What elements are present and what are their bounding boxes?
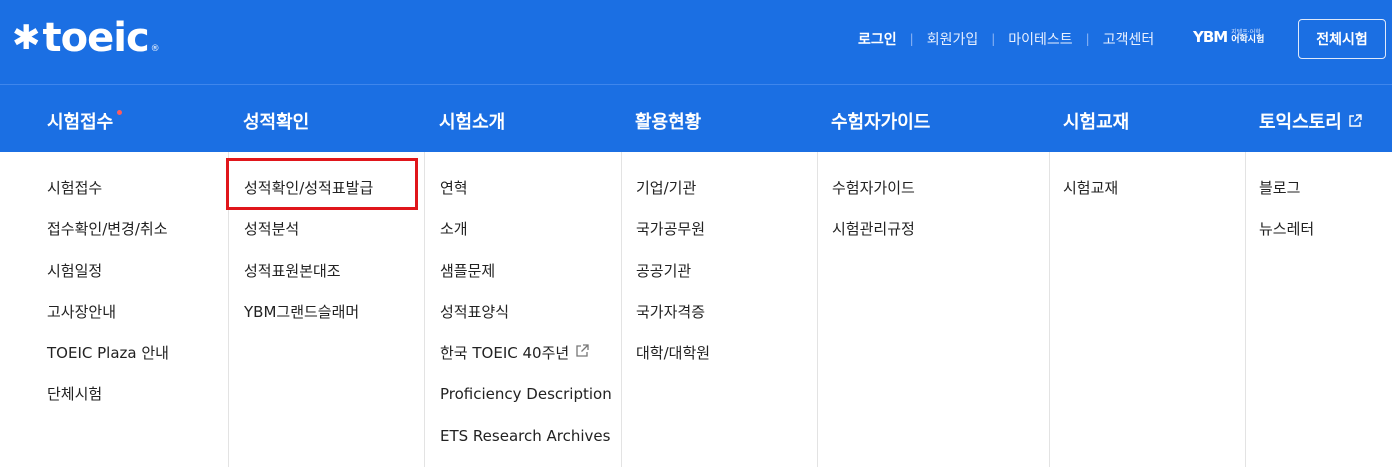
submenu-item[interactable]: 기업/기관 <box>636 178 817 219</box>
nav-item-toeic-story[interactable]: 토익스토리 <box>1259 108 1362 134</box>
nav-item-score-check[interactable]: 성적확인 <box>243 108 309 134</box>
nav-item-label: 토익스토리 <box>1259 112 1342 133</box>
ybm-language-test-logo[interactable]: YBM 지텔프·어학 어학시험 <box>1193 28 1264 46</box>
submenu-item[interactable]: 단체시험 <box>47 384 228 425</box>
submenu-item[interactable]: ETS Research Archives <box>440 426 621 467</box>
mytest-link[interactable]: 마이테스트 <box>1008 29 1072 49</box>
separator: | <box>991 32 996 46</box>
submenu-item[interactable]: 성적분석 <box>244 219 424 260</box>
submenu-column-usage: 기업/기관 국가공무원 공공기관 국가자격증 대학/대학원 <box>622 152 818 467</box>
submenu-item[interactable]: YBM그랜드슬래머 <box>244 302 424 343</box>
nav-item-registration[interactable]: 시험접수 <box>47 108 123 134</box>
logo-registered-mark: ® <box>150 44 160 54</box>
submenu-item[interactable]: Proficiency Description <box>440 384 621 425</box>
nav-item-examinee-guide[interactable]: 수험자가이드 <box>831 108 930 134</box>
separator: | <box>1085 32 1090 46</box>
utility-links: 로그인 | 회원가입 | 마이테스트 | 고객센터 <box>858 29 1154 49</box>
nav-item-usage-status[interactable]: 활용현황 <box>635 108 701 134</box>
nav-item-label: 시험교재 <box>1063 112 1130 133</box>
nav-item-exam-intro[interactable]: 시험소개 <box>439 108 505 134</box>
notice-dot-icon <box>117 109 123 115</box>
submenu-item[interactable]: 성적표양식 <box>440 302 621 343</box>
all-exams-button[interactable]: 전체시험 <box>1298 19 1386 59</box>
external-link-icon <box>576 344 589 357</box>
submenu-column-score: 성적확인/성적표발급 성적분석 성적표원본대조 YBM그랜드슬래머 <box>229 152 425 467</box>
asterisk-logo-icon: ✱ <box>12 18 41 58</box>
submenu-item[interactable]: 샘플문제 <box>440 261 621 302</box>
submenu-item[interactable]: 공공기관 <box>636 261 817 302</box>
top-header: ✱ toeic ® 로그인 | 회원가입 | 마이테스트 | 고객센터 YBM … <box>0 0 1392 84</box>
submenu-item[interactable]: 연혁 <box>440 178 621 219</box>
mega-menu: 시험접수 접수확인/변경/취소 시험일정 고사장안내 TOEIC Plaza 안… <box>0 152 1392 467</box>
submenu-item[interactable]: 성적표원본대조 <box>244 261 424 302</box>
nav-item-label: 성적확인 <box>243 112 310 133</box>
external-link-icon <box>1349 114 1362 127</box>
submenu-column-guide: 수험자가이드 시험관리규정 <box>818 152 1050 467</box>
toeic-logo[interactable]: ✱ toeic ® <box>12 18 160 58</box>
submenu-item-score-report[interactable]: 성적확인/성적표발급 <box>244 178 424 219</box>
submenu-column-registration: 시험접수 접수확인/변경/취소 시험일정 고사장안내 TOEIC Plaza 안… <box>0 152 229 467</box>
separator: | <box>909 32 914 46</box>
submenu-item[interactable]: 시험교재 <box>1063 178 1245 219</box>
submenu-item[interactable]: 고사장안내 <box>47 302 228 343</box>
ybm-mark: YBM <box>1193 28 1228 46</box>
submenu-column-intro: 연혁 소개 샘플문제 성적표양식 한국 TOEIC 40주년 Proficien… <box>425 152 622 467</box>
nav-item-label: 시험소개 <box>439 112 506 133</box>
submenu-item[interactable]: 시험일정 <box>47 261 228 302</box>
submenu-item[interactable]: 대학/대학원 <box>636 343 817 384</box>
submenu-item[interactable]: 블로그 <box>1259 178 1392 219</box>
nav-item-label: 수험자가이드 <box>831 112 931 133</box>
submenu-item[interactable]: 시험관리규정 <box>832 219 1049 260</box>
customer-center-link[interactable]: 고객센터 <box>1103 29 1155 49</box>
logo-text: toeic <box>42 15 150 61</box>
submenu-item[interactable]: 소개 <box>440 219 621 260</box>
login-link[interactable]: 로그인 <box>858 29 897 49</box>
submenu-column-story: 블로그 뉴스레터 <box>1246 152 1392 467</box>
submenu-item[interactable]: 국가자격증 <box>636 302 817 343</box>
submenu-item[interactable]: TOEIC Plaza 안내 <box>47 343 228 384</box>
ybm-subtitle-big: 어학시험 <box>1231 34 1265 45</box>
submenu-item[interactable]: 뉴스레터 <box>1259 219 1392 260</box>
ybm-subtitle: 지텔프·어학 어학시험 <box>1231 29 1265 45</box>
nav-item-label: 시험접수 <box>47 112 114 133</box>
submenu-item[interactable]: 시험접수 <box>47 178 228 219</box>
global-nav: 시험접수 성적확인 시험소개 활용현황 수험자가이드 시험교재 토익스토리 <box>0 84 1392 152</box>
nav-item-textbooks[interactable]: 시험교재 <box>1063 108 1129 134</box>
submenu-item[interactable]: 한국 TOEIC 40주년 <box>440 343 621 384</box>
submenu-column-textbooks: 시험교재 <box>1050 152 1246 467</box>
submenu-item[interactable]: 수험자가이드 <box>832 178 1049 219</box>
signup-link[interactable]: 회원가입 <box>927 29 979 49</box>
submenu-item[interactable]: 접수확인/변경/취소 <box>47 219 228 260</box>
nav-item-label: 활용현황 <box>635 112 702 133</box>
submenu-item[interactable]: 국가공무원 <box>636 219 817 260</box>
